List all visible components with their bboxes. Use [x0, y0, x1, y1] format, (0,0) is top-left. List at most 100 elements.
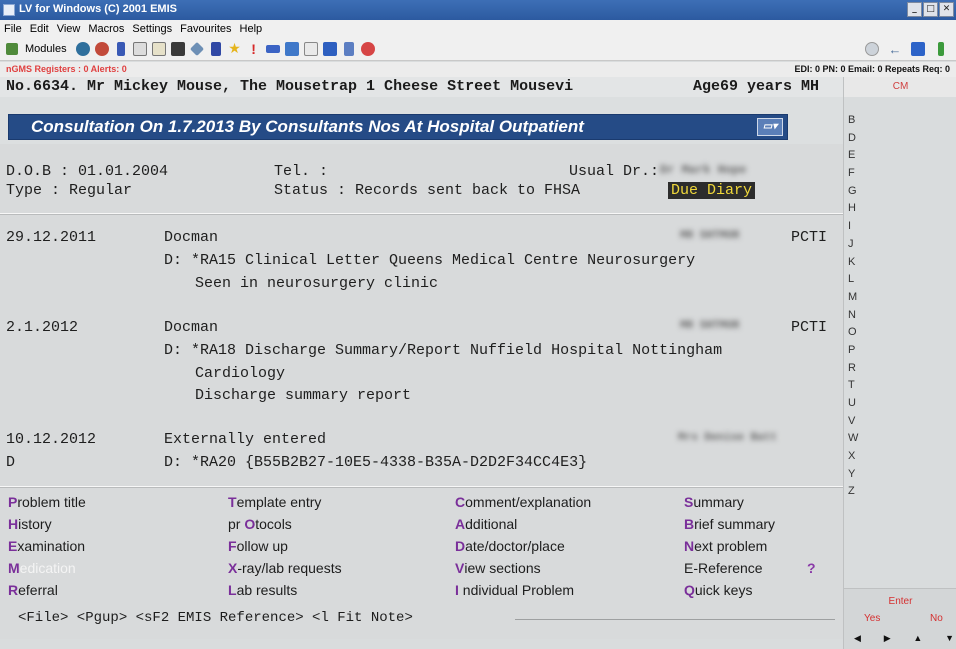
- option-e-reference[interactable]: E-Reference: [684, 560, 763, 576]
- minimize-button[interactable]: _: [907, 2, 922, 17]
- message-icon[interactable]: [265, 40, 281, 58]
- entry-line: Seen in neurosurgery clinic: [195, 275, 439, 292]
- entry-date[interactable]: 10.12.2012: [6, 431, 96, 448]
- alpha-F[interactable]: F: [846, 165, 876, 183]
- bell-icon[interactable]: [341, 40, 357, 58]
- alpha-E[interactable]: E: [846, 147, 876, 165]
- alpha-D[interactable]: D: [846, 130, 876, 148]
- consultation-body: D.O.B : 01.01.2004 Tel. : Usual Dr.: Dr …: [0, 144, 843, 639]
- entry-line: Discharge summary report: [195, 387, 412, 404]
- arrow-left-icon[interactable]: ◀: [854, 633, 861, 644]
- option-brief-summary[interactable]: Brief summary: [684, 516, 775, 532]
- no-button[interactable]: No: [930, 613, 943, 624]
- arrow-down-icon[interactable]: ▼: [945, 633, 954, 644]
- alpha-G[interactable]: G: [846, 183, 876, 201]
- monitor-icon[interactable]: [284, 40, 300, 58]
- alpha-R[interactable]: R: [846, 360, 876, 378]
- menu-settings[interactable]: Settings: [132, 23, 172, 35]
- arrow-up-icon[interactable]: ▲: [913, 633, 922, 644]
- globe-icon[interactable]: [94, 40, 110, 58]
- alpha-L[interactable]: L: [846, 271, 876, 289]
- close-button[interactable]: ✕: [939, 2, 954, 17]
- help-icon[interactable]: ?: [807, 560, 816, 576]
- book-icon[interactable]: [113, 40, 129, 58]
- back-icon[interactable]: ←: [887, 40, 903, 58]
- alert-icon[interactable]: !: [246, 40, 262, 58]
- option-follow-up[interactable]: Follow up: [228, 538, 288, 554]
- option-template-entry[interactable]: Template entry: [228, 494, 321, 510]
- calendar-icon[interactable]: [303, 40, 319, 58]
- alpha-N[interactable]: N: [846, 307, 876, 325]
- entry-date[interactable]: 2.1.2012: [6, 319, 78, 336]
- due-diary-button[interactable]: Due Diary: [668, 182, 756, 199]
- alpha-J[interactable]: J: [846, 236, 876, 254]
- pie-icon[interactable]: [360, 40, 376, 58]
- option-additional[interactable]: Additional: [455, 516, 517, 532]
- option-xray-lab-requests[interactable]: X-ray/lab requests: [228, 560, 342, 576]
- modules-label[interactable]: Modules: [25, 43, 67, 55]
- alpha-X[interactable]: X: [846, 448, 876, 466]
- menu-edit[interactable]: Edit: [30, 23, 49, 35]
- chart-icon[interactable]: [322, 40, 338, 58]
- consultation-menu-icon[interactable]: ▭▾: [757, 118, 783, 136]
- enter-button[interactable]: Enter: [844, 596, 956, 607]
- alpha-V[interactable]: V: [846, 413, 876, 431]
- function-keys-text[interactable]: <File> <Pgup> <sF2 EMIS Reference> <l Fi…: [18, 610, 413, 626]
- flask-icon[interactable]: [208, 40, 224, 58]
- menu-view[interactable]: View: [57, 23, 81, 35]
- entry-tag: PCTI: [791, 229, 828, 246]
- option-summary[interactable]: Summary: [684, 494, 744, 510]
- entry-line[interactable]: D: *RA18 Discharge Summary/Report Nuffie…: [164, 342, 722, 359]
- alpha-Z[interactable]: Z: [846, 483, 876, 501]
- alpha-M[interactable]: M: [846, 289, 876, 307]
- yes-button[interactable]: Yes: [864, 613, 880, 624]
- option-referral[interactable]: Referral: [8, 582, 58, 598]
- maximize-button[interactable]: □: [923, 2, 938, 17]
- green-icon[interactable]: [933, 40, 949, 58]
- alpha-O[interactable]: O: [846, 324, 876, 342]
- alpha-B[interactable]: B: [846, 112, 876, 130]
- option-individual-problem[interactable]: I ndividual Problem: [455, 582, 574, 598]
- option-examination[interactable]: Examination: [8, 538, 85, 554]
- arrow-right-icon[interactable]: ▶: [884, 633, 891, 644]
- alpha-Y[interactable]: Y: [846, 466, 876, 484]
- menu-file[interactable]: File: [4, 23, 22, 35]
- option-view-sections[interactable]: View sections: [455, 560, 541, 576]
- alpha-T[interactable]: T: [846, 377, 876, 395]
- modules-icon[interactable]: [4, 40, 20, 58]
- alpha-U[interactable]: U: [846, 395, 876, 413]
- tools-icon[interactable]: [189, 40, 205, 58]
- option-problem-title[interactable]: Problem title: [8, 494, 86, 510]
- option-next-problem[interactable]: Next problem: [684, 538, 767, 554]
- blue-square-icon[interactable]: [910, 40, 926, 58]
- menu-macros[interactable]: Macros: [88, 23, 124, 35]
- copy-icon[interactable]: [132, 40, 148, 58]
- save-icon[interactable]: [170, 40, 186, 58]
- patient-details: No.6634. Mr Mickey Mouse, The Mousetrap …: [6, 78, 574, 95]
- option-history[interactable]: History: [8, 516, 52, 532]
- users-icon[interactable]: [75, 40, 91, 58]
- stop-icon[interactable]: [864, 40, 880, 58]
- paste-icon[interactable]: [151, 40, 167, 58]
- menu-favourites[interactable]: Favourites: [180, 23, 231, 35]
- status-line: nGMS Registers : 0 Alerts: 0 EDI: 0 PN: …: [0, 62, 956, 77]
- alpha-H[interactable]: H: [846, 200, 876, 218]
- menu-help[interactable]: Help: [240, 23, 263, 35]
- option-medication[interactable]: Medication: [8, 560, 76, 576]
- option-lab-results[interactable]: Lab results: [228, 582, 297, 598]
- entry-date[interactable]: 29.12.2011: [6, 229, 96, 246]
- alpha-I[interactable]: I: [846, 218, 876, 236]
- entry-marker: D: [6, 454, 16, 471]
- option-protocols[interactable]: pr Otocols: [228, 516, 292, 532]
- registers-alerts-status[interactable]: nGMS Registers : 0 Alerts: 0: [6, 64, 127, 74]
- entry-line[interactable]: D: *RA15 Clinical Letter Queens Medical …: [164, 252, 695, 269]
- alpha-P[interactable]: P: [846, 342, 876, 360]
- consultation-header: Consultation On 1.7.2013 By Consultants …: [0, 97, 843, 144]
- option-quick-keys[interactable]: Quick keys: [684, 582, 752, 598]
- option-comment-explanation[interactable]: Comment/explanation: [455, 494, 591, 510]
- alpha-K[interactable]: K: [846, 254, 876, 272]
- entry-line[interactable]: D: *RA20 {B55B2B27-10E5-4338-B35A-D2D2F3…: [164, 454, 587, 471]
- star-icon[interactable]: ★: [227, 40, 243, 58]
- alpha-W[interactable]: W: [846, 430, 876, 448]
- option-date-doctor-place[interactable]: Date/doctor/place: [455, 538, 565, 554]
